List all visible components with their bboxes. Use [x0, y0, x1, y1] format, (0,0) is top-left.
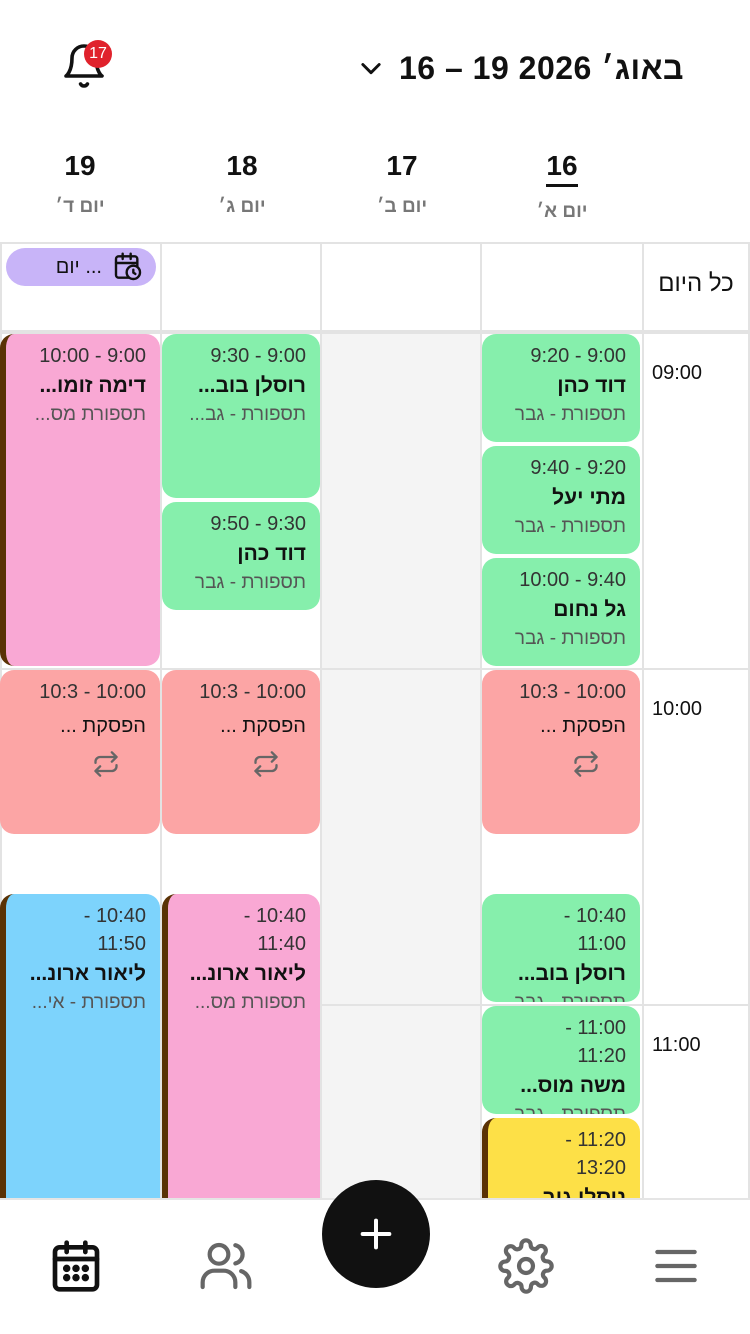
hour-label: 09:00 — [652, 362, 703, 384]
event-service: תספורת - גבר — [492, 1102, 626, 1114]
event-service: תספורת מס... — [194, 992, 306, 1013]
event-time: 11:20 — [577, 1045, 626, 1067]
nav-settings[interactable] — [498, 1238, 558, 1298]
event-title: רוסלן בוב... — [517, 962, 626, 985]
day-name: יום ב׳ — [376, 196, 428, 217]
event-service: תספורת - גבר — [514, 628, 626, 649]
event-time: 10:00 - 10:3 — [39, 681, 146, 703]
grid-line — [320, 242, 322, 1200]
event-time: 11:20 - — [565, 1129, 626, 1151]
event-title: הפסקת ... — [220, 715, 306, 737]
users-icon — [200, 1242, 252, 1290]
nav-menu[interactable] — [648, 1238, 708, 1298]
event-time: 10:40 - — [83, 905, 146, 927]
appointment-card[interactable]: 10:40 - 11:40 ליאור ארונ... תספורת מס... — [162, 894, 320, 1200]
all-day-event[interactable]: יום ... — [6, 248, 156, 286]
break-card[interactable]: 10:00 - 10:3 הפסקת ... — [0, 670, 160, 834]
grid-line — [642, 242, 644, 1200]
break-card[interactable]: 10:00 - 10:3 הפסקת ... — [162, 670, 320, 834]
event-time: 10:40 - — [563, 905, 626, 927]
appointment-card[interactable]: 9:00 - 9:20 דוד כהן תספורת - גבר — [482, 334, 640, 442]
event-title: ליאור ארונ... — [189, 962, 306, 985]
event-title: דוד כהן — [237, 542, 306, 565]
event-title: הפסקת ... — [540, 715, 626, 737]
appointment-card[interactable]: 10:40 - 11:50 ליאור ארונ... תספורת - אי.… — [0, 894, 160, 1200]
date-range-title: 16 – 19 באוג׳ 2026 — [398, 49, 684, 86]
event-time: 11:50 — [97, 933, 146, 955]
appointment-card[interactable]: 9:00 - 10:00 דימה זומו... תספורת מס... — [0, 334, 160, 666]
event-title: ליאור ארונ... — [29, 962, 146, 985]
day-header-19[interactable]: 19 יום ד׳ — [0, 140, 160, 240]
calendar-icon — [52, 1240, 100, 1292]
all-day-label: כל היום — [658, 270, 734, 297]
repeat-icon — [254, 751, 278, 777]
day-header-16[interactable]: 16 יום א׳ — [482, 140, 642, 240]
day-17-column[interactable] — [322, 334, 480, 1200]
event-title: הפסקת ... — [60, 715, 146, 737]
break-card[interactable]: 10:00 - 10:3 הפסקת ... — [482, 670, 640, 834]
nav-calendar[interactable] — [48, 1238, 108, 1298]
appointment-card[interactable]: 9:00 - 9:30 רוסלן בוב... תספורת - גב... — [162, 334, 320, 498]
event-service: תספורת מס... — [34, 404, 146, 425]
day-header-17[interactable]: 17 יום ב׳ — [322, 140, 482, 240]
gear-icon — [498, 1238, 554, 1294]
all-day-event-title: יום ... — [55, 255, 102, 278]
appointment-card[interactable]: 10:40 - 11:00 רוסלן בוב... תספורת - גבר — [482, 894, 640, 1002]
event-title: דימה זומו... — [39, 374, 146, 397]
add-appointment-button[interactable] — [322, 1180, 430, 1288]
event-time: 9:00 - 9:30 — [210, 345, 306, 367]
appointment-card[interactable]: 9:30 - 9:50 דוד כהן תספורת - גבר — [162, 502, 320, 610]
event-service: תספורת - גבר — [514, 404, 626, 425]
plus-icon — [360, 1218, 392, 1250]
event-title: גל נחום — [553, 598, 626, 621]
day-number: 17 — [386, 150, 418, 181]
repeat-icon — [574, 751, 598, 777]
appointment-card[interactable]: 9:20 - 9:40 מתי יעל תספורת - גבר — [482, 446, 640, 554]
event-time: 9:30 - 9:50 — [210, 513, 306, 535]
event-time: 10:00 - 10:3 — [519, 681, 626, 703]
appointment-card[interactable]: 11:20 - 13:20 ניסלי גוב... — [482, 1118, 640, 1200]
repeat-icon — [94, 751, 118, 777]
hour-label: 11:00 — [652, 1034, 701, 1056]
event-time: 13:20 — [575, 1157, 626, 1179]
nav-clients[interactable] — [198, 1238, 258, 1298]
event-time: 11:00 - — [565, 1017, 626, 1039]
event-time: 9:20 - 9:40 — [530, 457, 626, 479]
event-time: 10:00 - 10:3 — [199, 681, 306, 703]
day-name: יום ד׳ — [55, 196, 105, 217]
event-service: תספורת - גבר — [492, 990, 626, 1002]
calendar-grid: כל היום 09:00 10:00 11:00 יום ... 9:00 -… — [0, 242, 750, 1200]
event-title: מתי יעל — [552, 486, 626, 509]
event-title: דוד כהן — [557, 374, 626, 397]
notification-badge: 17 — [84, 40, 112, 68]
event-time: 11:00 — [577, 933, 626, 955]
day-name: יום א׳ — [536, 201, 588, 222]
event-time: 11:40 — [257, 933, 306, 955]
day-header-18[interactable]: 18 יום ג׳ — [162, 140, 322, 240]
event-service: תספורת - גבר — [514, 516, 626, 537]
grid-line — [0, 242, 750, 244]
day-number: 16 — [546, 150, 578, 187]
event-time: 9:00 - 10:00 — [39, 345, 146, 367]
day-number: 18 — [226, 150, 258, 181]
calendar-clock-icon — [114, 252, 142, 281]
menu-icon — [655, 1249, 697, 1283]
event-time: 9:40 - 10:00 — [519, 569, 626, 591]
hour-label: 10:00 — [652, 698, 703, 720]
day-name: יום ג׳ — [218, 196, 266, 217]
event-time: 10:40 - — [243, 905, 306, 927]
appointment-card[interactable]: 11:00 - 11:20 משה מוס... תספורת - גבר — [482, 1006, 640, 1114]
event-service: תספורת - גבר — [194, 572, 306, 593]
chevron-down-icon — [357, 54, 385, 82]
event-service: תספורת - גב... — [189, 404, 306, 425]
header: 17 16 – 19 באוג׳ 2026 — [0, 0, 750, 130]
event-time: 9:00 - 9:20 — [530, 345, 626, 367]
event-title: רוסלן בוב... — [197, 374, 306, 397]
appointment-card[interactable]: 9:40 - 10:00 גל נחום תספורת - גבר — [482, 558, 640, 666]
date-range-selector[interactable]: 16 – 19 באוג׳ 2026 — [357, 44, 684, 92]
event-service: תספורת - אי... — [31, 992, 146, 1013]
event-title: משה מוס... — [520, 1074, 626, 1097]
day-number: 19 — [64, 150, 96, 181]
